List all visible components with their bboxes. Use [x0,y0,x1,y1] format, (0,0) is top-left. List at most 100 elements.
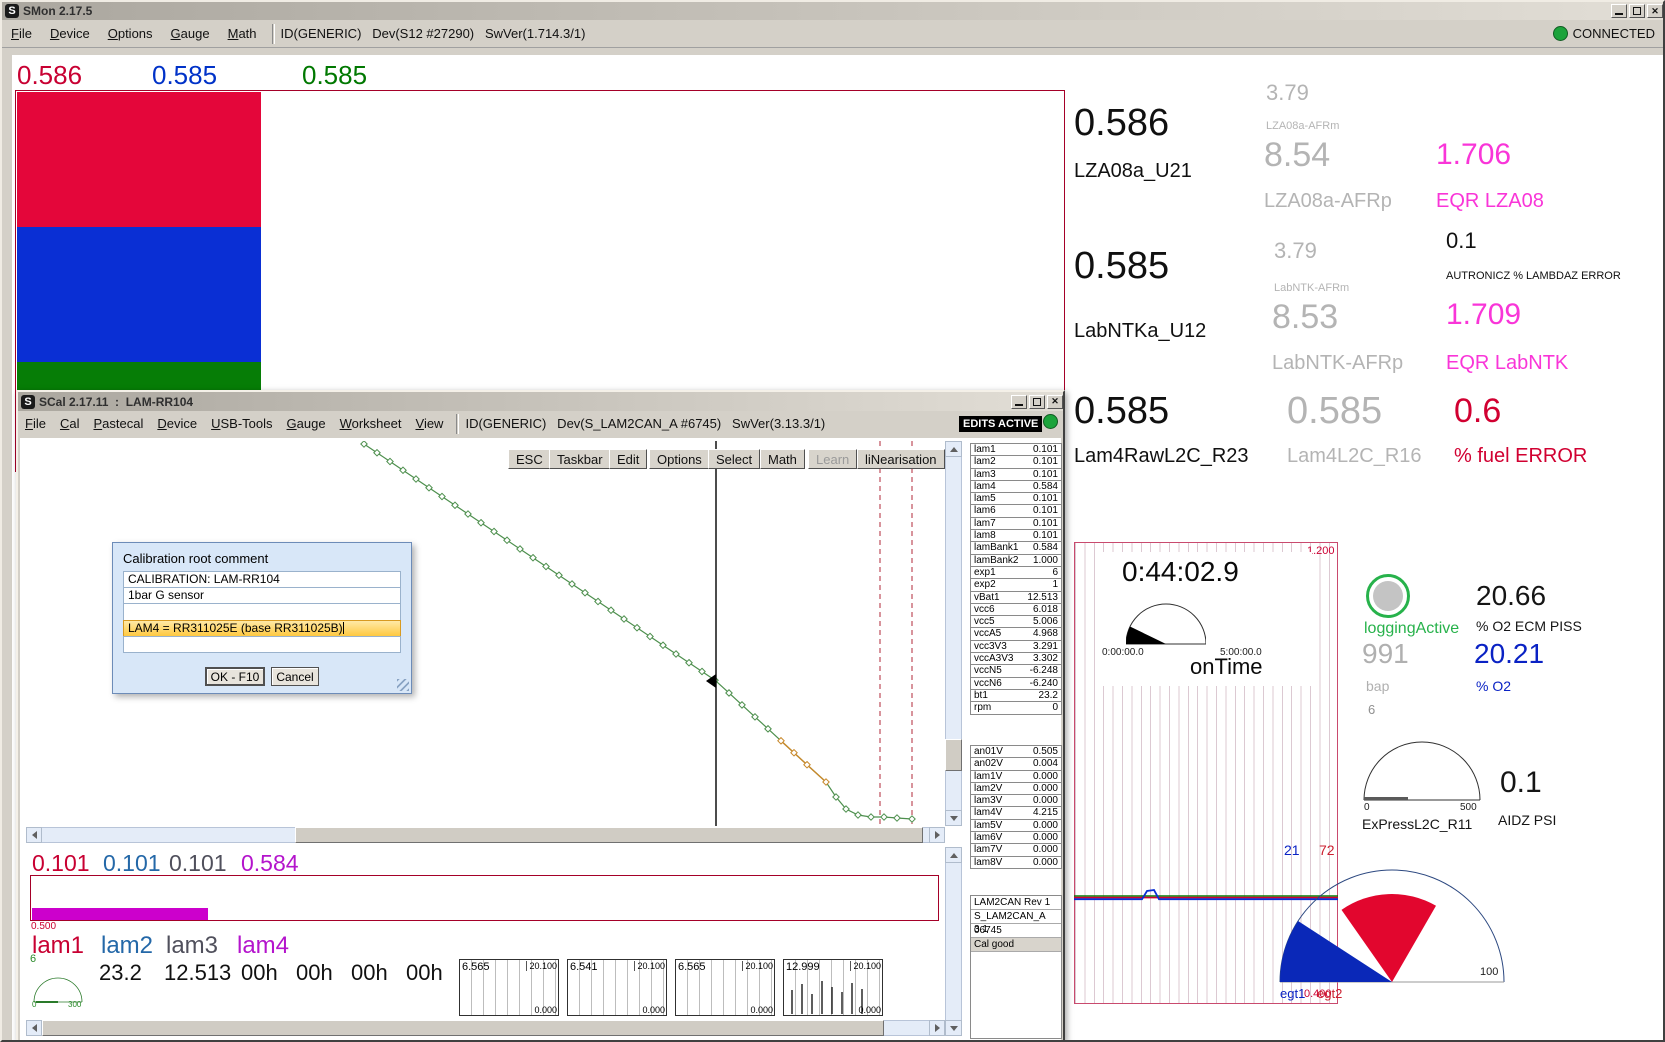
channel-row[interactable]: lam6 0.101 [970,504,1062,517]
channel-row[interactable]: lam3 0.101 [970,468,1062,481]
math-button[interactable]: Math [760,449,805,469]
menu-math[interactable]: Math [219,22,266,45]
hours-readout-1: 00h [241,960,278,986]
channel-value: 0.000 [1033,771,1058,783]
comment-line-2[interactable]: 1bar G sensor [123,587,401,604]
plot-hscroll-right-icon[interactable] [929,827,945,843]
channel-row[interactable]: vccN5 -6.248 [970,664,1062,677]
channel-row[interactable]: lam2V 0.000 [970,782,1062,795]
ok-button[interactable]: OK - F10 [205,667,265,686]
comment-line-5[interactable] [123,636,401,653]
text-caret [343,622,344,634]
bottom-hscroll-left-icon[interactable] [26,1020,42,1036]
channel-row[interactable]: lam6V 0.000 [970,831,1062,844]
bottom-hscroll-thumb[interactable] [42,1020,884,1036]
dialog-resize-grip[interactable] [397,679,409,691]
learn-button[interactable]: Learn [808,449,857,469]
options-button[interactable]: Options [649,449,710,469]
smon-titlebar[interactable]: S SMon 2.17.5 ✕ [2,2,1663,20]
scal-menu-file[interactable]: File [18,413,53,434]
cancel-button[interactable]: Cancel [271,667,319,686]
channel-row[interactable]: an02V 0.004 [970,757,1062,770]
scal-minimize-button[interactable] [1011,395,1027,409]
channel-value: 0.101 [1033,444,1058,456]
comment-line-1[interactable]: CALIBRATION: LAM-RR104 [123,571,401,588]
linearisation-button[interactable]: liNearisation [857,449,945,469]
temp-gauge-max: 300 [68,1000,82,1008]
minimize-button[interactable] [1611,4,1627,18]
channel-row[interactable]: lam5 0.101 [970,492,1062,505]
channel-row[interactable]: lam8V 0.000 [970,856,1062,869]
channel-row[interactable]: vccA5 4.968 [970,627,1062,640]
channel-row[interactable]: vccN6 -6.240 [970,677,1062,690]
scal-maximize-button[interactable] [1029,395,1045,409]
lza08a-afrp-value: 8.54 [1264,136,1330,175]
menubar-separator [272,24,275,44]
lower-vscrollbar[interactable] [945,847,962,1036]
scal-menu-cal[interactable]: Cal [53,413,87,434]
channel-row[interactable]: lam7 0.101 [970,517,1062,530]
smon-title: SMon 2.17.5 [23,4,92,18]
ontime-label: onTime [1190,654,1263,680]
channel-row[interactable]: lam8 0.101 [970,529,1062,542]
scal-menu-view[interactable]: View [409,413,451,434]
plot-vscroll-thumb[interactable] [945,739,962,771]
esc-button[interactable]: ESC [508,449,551,469]
channel-row[interactable]: rpm 0 [970,701,1062,714]
scal-menu-worksheet[interactable]: Worksheet [333,413,409,434]
comment-line-3[interactable] [123,603,401,620]
aidz-value: 0.1 [1500,766,1542,800]
scal-menu-gauge[interactable]: Gauge [280,413,333,434]
menu-device[interactable]: Device [41,22,99,45]
channel-label: lam4 [974,481,996,493]
channel-row[interactable]: lam1V 0.000 [970,770,1062,783]
channel-row[interactable]: exp1 6 [970,566,1062,579]
channel-row[interactable]: an01V 0.505 [970,745,1062,758]
channel-row[interactable]: lam5V 0.000 [970,819,1062,832]
channel-row[interactable]: vcc3V3 3.291 [970,640,1062,653]
channel-row[interactable]: vccA3V3 3.302 [970,652,1062,665]
menu-gauge[interactable]: Gauge [162,22,219,45]
scal-menu-usb-tools[interactable]: USB-Tools [204,413,279,434]
channel-row[interactable]: vBat1 12.513 [970,591,1062,604]
channel-row[interactable]: lam4 0.584 [970,480,1062,493]
channel-row[interactable]: lam1 0.101 [970,443,1062,456]
channel-value: 0.101 [1033,530,1058,542]
logging-active-label: loggingActive [1364,620,1459,638]
mini-chart-4: 12.999 20.100 0.000 [783,959,883,1016]
channel-row[interactable]: lam7V 0.000 [970,843,1062,856]
maximize-button[interactable] [1629,4,1645,18]
menu-options[interactable]: Options [99,22,162,45]
channel-row[interactable]: vcc5 5.006 [970,615,1062,628]
channel-row[interactable]: lamBank1 0.584 [970,541,1062,554]
channel-row[interactable]: lam4V 4.215 [970,806,1062,819]
channel-row[interactable]: vcc6 6.018 [970,603,1062,616]
bap-sub-value: 6 [1368,702,1375,717]
edit-button[interactable]: Edit [609,449,647,469]
plot-vscroll-up-icon[interactable] [945,441,962,457]
channel-row[interactable]: lam3V 0.000 [970,794,1062,807]
close-button[interactable]: ✕ [1647,4,1663,18]
plot-hscroll-thumb[interactable] [295,827,923,843]
scal-titlebar[interactable]: S SCal 2.17.11 : LAM-RR104 ✕ [18,392,1063,411]
select-button[interactable]: Select [708,449,760,469]
scal-close-button[interactable]: ✕ [1047,395,1063,409]
temp-gauge-top: 6 [30,953,36,965]
channel-row[interactable]: exp2 1 [970,578,1062,591]
menu-file[interactable]: File [2,22,41,45]
lower-vscroll-down-icon[interactable] [945,1020,962,1036]
egt-gauge [1278,862,1508,984]
bottom-hscroll-right-icon[interactable] [929,1020,945,1036]
lower-vscroll-up-icon[interactable] [945,847,962,863]
taskbar-button[interactable]: Taskbar [549,449,611,469]
lambda-bar-blue [17,227,261,362]
plot-vscroll-down-icon[interactable] [945,810,962,826]
comment-line-4-active[interactable]: LAM4 = RR311025E (base RR311025B) [123,620,401,637]
scal-menu-device[interactable]: Device [150,413,204,434]
plot-hscroll-left-icon[interactable] [26,827,42,843]
channel-row[interactable]: lam2 0.101 [970,455,1062,468]
channel-row[interactable]: bt1 23.2 [970,689,1062,702]
scal-menu-pastecal[interactable]: Pastecal [86,413,150,434]
mini-chart-3: 6.565 20.100 0.000 [675,959,775,1016]
channel-row[interactable]: lamBank2 1.000 [970,554,1062,567]
